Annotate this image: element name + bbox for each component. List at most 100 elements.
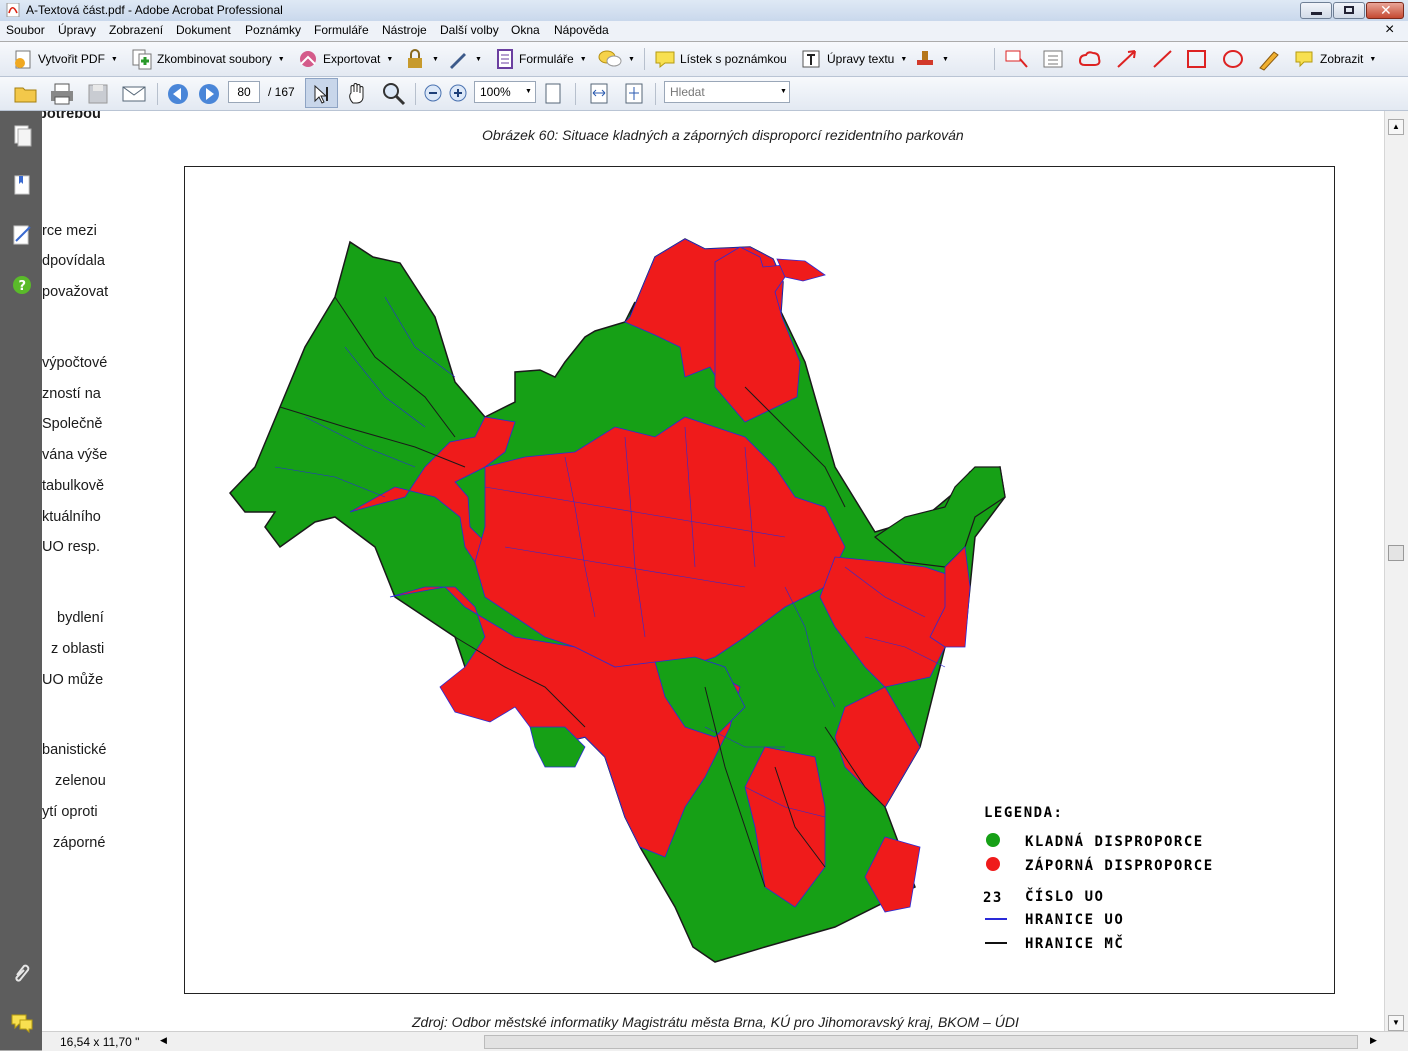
sticky-note-icon <box>655 51 675 69</box>
body-text-fragment: potřebou <box>42 111 101 122</box>
page-number-input[interactable]: 80 <box>228 81 260 103</box>
menu-forms[interactable]: Formuláře <box>314 23 369 37</box>
sticky-note-label: Lístek s poznámkou <box>680 52 787 66</box>
email-icon[interactable] <box>121 82 147 106</box>
next-page-icon[interactable] <box>196 82 222 106</box>
legend-positive-swatch <box>986 833 1000 847</box>
figure-caption: Obrázek 60: Situace kladných a záporných… <box>482 127 964 143</box>
zoom-select[interactable]: 100% ▼ <box>474 81 536 103</box>
chevron-down-icon: ▼ <box>1369 55 1377 63</box>
map-figure: LEGENDA: KLADNÁ DISPROPORCE ZÁPORNÁ DISP… <box>184 166 1335 994</box>
arrow-icon[interactable] <box>1114 47 1140 71</box>
legend-uo-label: HRANICE UO <box>1025 912 1124 928</box>
zoom-in-icon[interactable] <box>448 83 468 103</box>
body-text-fragment: dpovídala <box>42 253 105 269</box>
signatures-icon[interactable] <box>10 223 34 247</box>
create-pdf-icon <box>15 50 31 69</box>
line-icon[interactable] <box>1150 47 1176 71</box>
chevron-down-icon: ▼ <box>525 88 532 95</box>
menu-view[interactable]: Zobrazení <box>109 23 163 37</box>
secure-button[interactable]: ▼ <box>404 47 439 71</box>
fit-page-icon[interactable] <box>623 82 645 106</box>
combine-files-icon <box>132 49 152 70</box>
comments-icon[interactable] <box>10 1011 34 1035</box>
help-icon[interactable]: ? <box>10 273 34 297</box>
legend-number-label: ČÍSLO UO <box>1025 887 1104 905</box>
combine-files-button[interactable]: Zkombinovat soubory ▼ <box>131 47 285 71</box>
menu-advanced[interactable]: Další volby <box>440 23 499 37</box>
chevron-down-icon: ▼ <box>900 55 908 63</box>
zoom-tool-icon[interactable] <box>381 81 407 107</box>
menu-tools[interactable]: Nástroje <box>382 23 427 37</box>
close-button[interactable]: ✕ <box>1366 2 1404 19</box>
cloud-icon[interactable] <box>1076 47 1104 71</box>
text-edit-icon <box>802 50 820 68</box>
pages-icon[interactable] <box>10 123 34 147</box>
scroll-down-icon[interactable]: ▼ <box>1388 1015 1404 1031</box>
sticky-note-button[interactable]: Lístek s poznámkou <box>654 47 787 71</box>
maximize-button[interactable] <box>1333 2 1365 19</box>
create-pdf-button[interactable]: Vytvořit PDF ▼ <box>12 47 118 71</box>
show-comments-button[interactable]: Zobrazit ▼ <box>1294 47 1376 71</box>
body-text-fragment: tabulkově <box>42 478 105 494</box>
toolbar-separator <box>415 83 416 105</box>
stamp-button[interactable]: ▼ <box>914 47 949 71</box>
pencil-icon[interactable] <box>1256 47 1282 71</box>
scroll-right-icon[interactable]: ▶ <box>1370 1035 1377 1046</box>
menu-document[interactable]: Dokument <box>176 23 231 37</box>
menu-edit[interactable]: Úpravy <box>58 23 96 37</box>
search-field[interactable]: Hledat ▼ <box>664 81 790 103</box>
combine-files-label: Zkombinovat soubory <box>157 52 272 66</box>
body-text-fragment: vána výše <box>42 447 108 463</box>
callout-icon[interactable] <box>1004 47 1030 71</box>
rectangle-icon[interactable] <box>1184 47 1210 71</box>
navigation-toolbar: 80 / 167 100% ▼ Hledat ▼ <box>0 77 1408 111</box>
fit-width-icon[interactable] <box>588 82 610 106</box>
export-button[interactable]: Exportovat ▼ <box>297 47 393 71</box>
zoom-out-icon[interactable] <box>423 83 443 103</box>
horizontal-scroll-thumb[interactable] <box>484 1035 1358 1049</box>
oval-icon[interactable] <box>1220 47 1246 71</box>
menu-help[interactable]: Nápověda <box>554 23 609 37</box>
text-box-icon[interactable] <box>1040 47 1066 71</box>
select-tool-button[interactable] <box>305 78 338 108</box>
close-document-icon[interactable]: × <box>1385 21 1394 39</box>
actual-size-icon[interactable] <box>542 82 564 106</box>
review-button[interactable]: ▼ <box>598 47 635 71</box>
body-text-fragment: považovat <box>42 284 109 300</box>
menu-window[interactable]: Okna <box>511 23 540 37</box>
legend-number-symbol: 23 <box>983 890 1003 906</box>
minimize-button[interactable] <box>1300 2 1332 19</box>
body-text-fragment: ytí oproti <box>42 804 98 820</box>
speech-bubbles-icon <box>598 50 622 67</box>
scroll-up-icon[interactable]: ▲ <box>1388 119 1404 135</box>
body-text-fragment: banistické <box>42 742 107 758</box>
stamp-icon <box>917 51 933 65</box>
menu-comments[interactable]: Poznámky <box>245 23 301 37</box>
document-view: potřebou rce mezi dpovídala považovat vý… <box>42 111 1384 1031</box>
restore-icon <box>1344 6 1354 14</box>
body-text-fragment: z oblasti <box>51 641 105 657</box>
pen-icon <box>450 53 466 69</box>
legend-negative-label: ZÁPORNÁ DISPROPORCE <box>1025 857 1214 874</box>
menu-file[interactable]: Soubor <box>6 23 45 37</box>
bookmarks-icon[interactable] <box>10 173 34 197</box>
print-icon[interactable] <box>49 82 75 106</box>
scroll-left-icon[interactable]: ◀ <box>160 1035 167 1046</box>
text-edits-button[interactable]: Úpravy textu ▼ <box>801 47 907 71</box>
title-bar: A-Textová část.pdf - Adobe Acrobat Profe… <box>0 0 1408 22</box>
toolbar-separator <box>655 83 656 105</box>
attachments-icon[interactable] <box>10 961 34 985</box>
export-label: Exportovat <box>323 52 381 66</box>
hand-tool-icon[interactable] <box>345 81 371 107</box>
sign-button[interactable]: ▼ <box>447 47 482 71</box>
scroll-thumb[interactable] <box>1388 545 1404 561</box>
forms-button[interactable]: Formuláře ▼ <box>495 47 587 71</box>
open-folder-icon[interactable] <box>13 82 39 106</box>
previous-page-icon[interactable] <box>165 82 191 106</box>
chevron-down-icon: ▼ <box>628 55 635 63</box>
figure-source: Zdroj: Odbor městské informatiky Magistr… <box>412 1014 1019 1030</box>
save-icon[interactable] <box>85 82 111 106</box>
status-bar: 16,54 x 11,70 " ◀ ▶ <box>42 1031 1408 1051</box>
vertical-scrollbar[interactable]: ▲ ▼ <box>1384 111 1408 1031</box>
